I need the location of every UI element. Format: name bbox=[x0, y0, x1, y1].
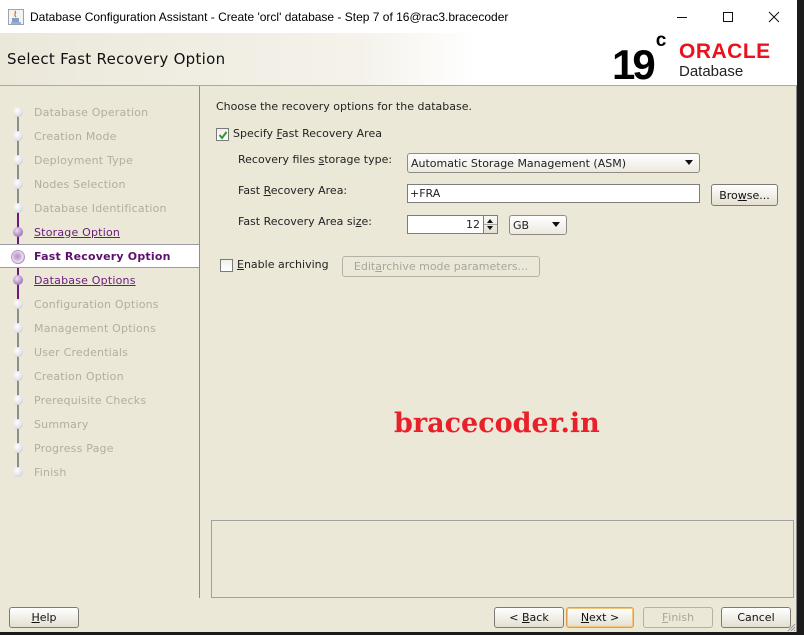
logo-product: Database bbox=[679, 63, 744, 80]
step-label: Summary bbox=[34, 417, 89, 431]
step-label: Prerequisite Checks bbox=[34, 393, 147, 407]
maximize-icon bbox=[723, 11, 733, 22]
wizard-steps-sidebar: Database Operation Creation Mode Deploymen… bbox=[0, 86, 200, 598]
step-label: Deployment Type bbox=[34, 153, 134, 167]
finish-button[interactable]: Finish bbox=[643, 607, 713, 628]
page-title: Select Fast Recovery Option bbox=[7, 50, 226, 68]
step-label: Finish bbox=[34, 465, 67, 479]
cancel-button[interactable]: Cancel bbox=[721, 607, 791, 628]
fra-size-spinner[interactable] bbox=[484, 215, 498, 234]
resize-grip-icon[interactable] bbox=[786, 622, 796, 632]
fra-location-label: Fast Recovery Area: bbox=[238, 184, 348, 197]
step-status-icon bbox=[13, 323, 23, 333]
storage-type-select[interactable]: Automatic Storage Management (ASM) bbox=[407, 153, 700, 173]
storage-type-value: Automatic Storage Management (ASM) bbox=[411, 156, 626, 170]
fra-size-input[interactable]: 12 bbox=[407, 215, 484, 234]
page-header: Select Fast Recovery Option 19c ORACLE D… bbox=[0, 30, 797, 88]
specify-fra-label[interactable]: Specify Fast Recovery Area bbox=[233, 127, 382, 140]
enable-archiving-label[interactable]: Enable archiving bbox=[237, 258, 329, 271]
sidebar-step-summary: Summary bbox=[0, 412, 199, 436]
maximize-button[interactable] bbox=[705, 0, 751, 33]
back-button[interactable]: < Back bbox=[494, 607, 564, 628]
spinner-down-icon[interactable] bbox=[487, 226, 493, 230]
minimize-icon bbox=[677, 16, 687, 18]
sidebar-step-finish: Finish bbox=[0, 460, 199, 484]
step-status-icon bbox=[13, 203, 23, 213]
fra-size-unit-select[interactable]: GB bbox=[509, 215, 567, 235]
sidebar-step-fast-recovery-option: Fast Recovery Option bbox=[0, 244, 199, 268]
dbca-window: Database Configuration Assistant - Creat… bbox=[0, 0, 797, 632]
step-label: Configuration Options bbox=[34, 297, 159, 311]
sidebar-step-creation-mode: Creation Mode bbox=[0, 124, 199, 148]
next-button[interactable]: Next > bbox=[566, 607, 634, 628]
message-area bbox=[211, 520, 794, 598]
step-status-icon bbox=[13, 443, 23, 453]
step-status-icon bbox=[13, 467, 23, 477]
sidebar-step-storage-option[interactable]: Storage Option bbox=[0, 220, 199, 244]
checkmark-icon bbox=[218, 131, 228, 140]
step-status-icon bbox=[13, 371, 23, 381]
sidebar-step-management-options: Management Options bbox=[0, 316, 199, 340]
step-status-icon bbox=[13, 299, 23, 309]
sidebar-step-user-credentials: User Credentials bbox=[0, 340, 199, 364]
chevron-down-icon bbox=[552, 222, 560, 227]
logo-brand: ORACLE bbox=[679, 40, 771, 63]
title-bar: Database Configuration Assistant - Creat… bbox=[0, 0, 797, 33]
sidebar-step-database-options[interactable]: Database Options bbox=[0, 268, 199, 292]
step-label: Fast Recovery Option bbox=[34, 249, 171, 263]
edit-archive-params-button[interactable]: Edit a rchive mode parameters... bbox=[342, 256, 540, 277]
step-status-icon bbox=[13, 179, 23, 189]
step-status-icon bbox=[13, 227, 23, 237]
step-status-icon bbox=[13, 347, 23, 357]
enable-archiving-checkbox[interactable] bbox=[220, 259, 233, 272]
step-status-icon bbox=[13, 107, 23, 117]
window-title: Database Configuration Assistant - Creat… bbox=[30, 9, 509, 24]
intro-text: Choose the recovery options for the data… bbox=[216, 100, 472, 113]
sidebar-step-configuration-options: Configuration Options bbox=[0, 292, 199, 316]
close-icon bbox=[768, 11, 780, 22]
wizard-footer: Help < Back Next > Finish Cancel bbox=[0, 598, 797, 632]
fra-size-label: Fast Recovery Area size: bbox=[238, 215, 372, 228]
step-label: Management Options bbox=[34, 321, 157, 335]
step-status-icon bbox=[13, 155, 23, 165]
sidebar-step-database-operation: Database Operation bbox=[0, 100, 199, 124]
step-label[interactable]: Storage Option bbox=[34, 226, 120, 239]
step-label: Database Identification bbox=[34, 201, 167, 215]
minimize-button[interactable] bbox=[659, 0, 705, 33]
sidebar-step-creation-option: Creation Option bbox=[0, 364, 199, 388]
fra-size-unit-value: GB bbox=[513, 218, 530, 232]
storage-type-label: Recovery files storage type: bbox=[238, 153, 393, 166]
step-status-icon bbox=[13, 131, 23, 141]
step-status-icon bbox=[13, 395, 23, 405]
watermark-text: bracecoder.in bbox=[394, 408, 600, 439]
step-label[interactable]: Database Options bbox=[34, 274, 136, 287]
step-label: Database Operation bbox=[34, 105, 149, 119]
spinner-up-icon[interactable] bbox=[487, 219, 493, 223]
close-button[interactable] bbox=[751, 0, 797, 33]
help-button[interactable]: Help bbox=[9, 607, 79, 628]
sidebar-step-database-identification: Database Identification bbox=[0, 196, 199, 220]
browse-button[interactable]: Bro w se... bbox=[711, 184, 778, 206]
logo-version: 19c bbox=[612, 30, 667, 88]
sidebar-step-deployment-type: Deployment Type bbox=[0, 148, 199, 172]
step-label: Progress Page bbox=[34, 441, 114, 455]
step-label: Creation Mode bbox=[34, 129, 117, 143]
step-label: Nodes Selection bbox=[34, 177, 126, 191]
step-status-icon bbox=[13, 275, 23, 285]
java-app-icon bbox=[8, 8, 24, 25]
fra-location-input[interactable]: +FRA bbox=[407, 184, 700, 203]
content-panel: Choose the recovery options for the data… bbox=[201, 86, 797, 598]
sidebar-step-prerequisite-checks: Prerequisite Checks bbox=[0, 388, 199, 412]
chevron-down-icon bbox=[685, 160, 693, 165]
specify-fra-checkbox[interactable] bbox=[216, 128, 229, 141]
step-status-icon bbox=[11, 250, 25, 264]
step-label: Creation Option bbox=[34, 369, 124, 383]
step-status-icon bbox=[13, 419, 23, 429]
sidebar-step-progress-page: Progress Page bbox=[0, 436, 199, 460]
sidebar-step-nodes-selection: Nodes Selection bbox=[0, 172, 199, 196]
step-label: User Credentials bbox=[34, 345, 129, 359]
